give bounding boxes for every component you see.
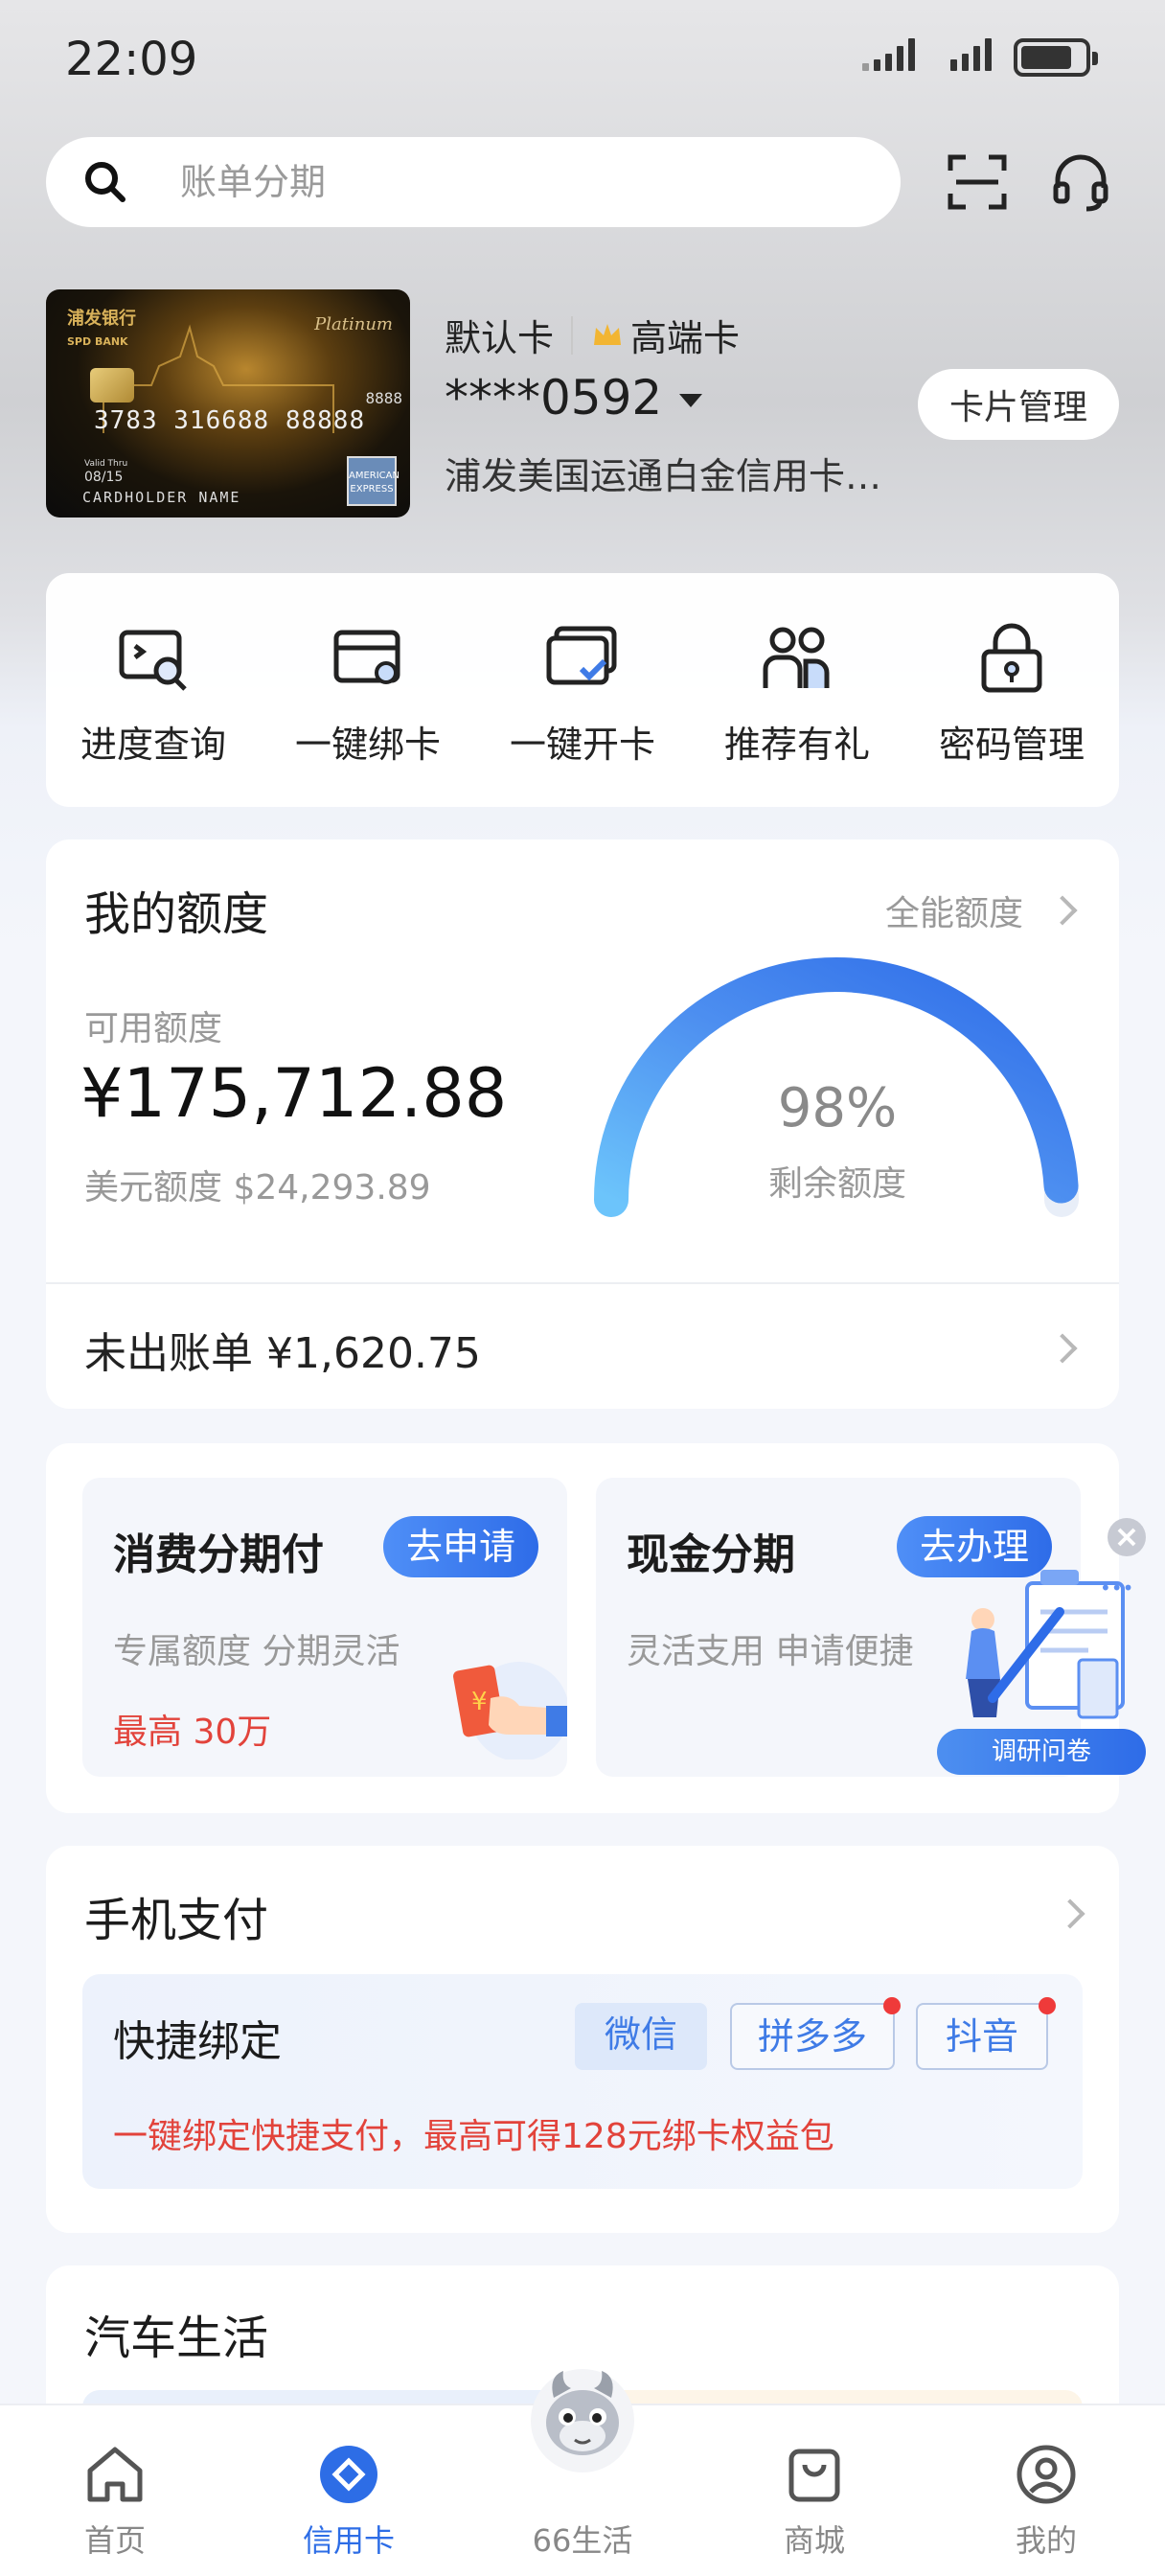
survey-label[interactable]: 调研问卷	[937, 1729, 1146, 1775]
card-number-art: 3783 316688 88888	[94, 406, 366, 435]
notification-dot	[1039, 1997, 1056, 2014]
notification-dot	[883, 1997, 901, 2014]
headset-icon[interactable]	[1046, 148, 1115, 217]
signal-icon-2	[950, 38, 992, 71]
search-input[interactable]	[180, 161, 755, 203]
tab-mall[interactable]: 商城	[747, 2440, 881, 2561]
card-holder: CARDHOLDER NAME	[82, 489, 241, 506]
quick-action-progress[interactable]: 进度查询	[57, 619, 249, 768]
credit-title: 我的额度	[84, 887, 269, 941]
amex-logo: AMERICAN EXPRESS	[347, 456, 400, 506]
card-bank-name: 浦发银行 SPD BANK	[67, 309, 136, 348]
red-envelope-hand-icon: ¥	[453, 1662, 567, 1760]
chevron-right-icon[interactable]	[1047, 1333, 1078, 1364]
premium-card-label: 高端卡	[630, 317, 741, 359]
card-number-selector[interactable]: ****0592	[445, 370, 703, 426]
svg-text:•••: •••	[1100, 1576, 1133, 1599]
installment-max: 最高 30万	[113, 1713, 272, 1752]
quick-bind-box: 快捷绑定 微信 拼多多 抖音 一键绑定快捷支付，最高可得128元绑卡权益包	[82, 1974, 1083, 2189]
dropdown-caret-icon	[679, 394, 703, 407]
card-expiry: Valid Thru 08/15	[84, 459, 128, 485]
remaining-label: 剩余额度	[767, 1164, 906, 1204]
card-name: 浦发美国运通白金信用卡…	[445, 455, 882, 497]
tag-douyin[interactable]: 抖音	[916, 2003, 1048, 2070]
referral-icon	[763, 627, 830, 688]
search-icon	[85, 162, 126, 202]
credit-card-tab-icon	[320, 2446, 377, 2503]
activate-card-icon	[546, 626, 617, 685]
tag-wechat[interactable]: 微信	[575, 2003, 707, 2070]
card-labels: 默认卡 高端卡	[445, 309, 740, 361]
tab-credit-card[interactable]: 信用卡	[282, 2440, 416, 2561]
apply-button[interactable]: 去申请	[382, 1516, 538, 1577]
home-icon	[87, 2447, 143, 2502]
card-suffix-art: 8888	[365, 389, 402, 407]
credit-card-image[interactable]: 浦发银行 SPD BANK Platinum 8888 3783 316688 8…	[46, 289, 410, 518]
lock-icon	[981, 623, 1042, 693]
all-quota-link[interactable]: 全能额度	[885, 886, 1078, 935]
unbilled-amount[interactable]: 未出账单 ¥1,620.75	[84, 1319, 481, 1380]
tab-home[interactable]: 首页	[48, 2440, 182, 2561]
car-life-title: 汽车生活	[84, 2312, 269, 2365]
usd-limit: 美元额度 $24,293.89	[84, 1168, 431, 1208]
quick-bind-promo[interactable]: 一键绑定快捷支付，最高可得128元绑卡权益包	[113, 2108, 834, 2158]
mobile-pay-title: 手机支付	[84, 1894, 269, 1947]
tab-mine[interactable]: 我的	[979, 2440, 1113, 2561]
signal-icon	[862, 38, 915, 71]
quick-action-password[interactable]: 密码管理	[916, 619, 1108, 768]
mobile-pay-panel: 手机支付 快捷绑定 微信 拼多多 抖音 一键绑定快捷支付，最高可得128元绑卡权…	[46, 1846, 1119, 2233]
quick-actions: 进度查询 一键绑卡 一键开卡 推荐有礼 密码管理	[46, 573, 1119, 807]
chevron-right-icon	[1047, 895, 1078, 926]
tag-pinduoduo[interactable]: 拼多多	[730, 2003, 895, 2070]
available-amount: ¥175,712.88	[80, 1054, 508, 1133]
crown-icon	[594, 323, 622, 345]
installment-title: 消费分期付	[113, 1530, 324, 1579]
scan-icon[interactable]	[943, 148, 1012, 217]
quick-action-bind-card[interactable]: 一键绑卡	[272, 619, 464, 768]
quick-action-activate-card[interactable]: 一键开卡	[487, 619, 678, 768]
credit-limit-panel: 我的额度 全能额度 可用额度 ¥175,712.88 美元额度 $24,293.…	[46, 840, 1119, 1409]
status-bar: 22:09	[0, 0, 1165, 115]
shopping-bag-icon	[788, 2449, 840, 2502]
installment-subtitle: 专属额度 分期灵活	[113, 1632, 400, 1671]
svg-text:¥: ¥	[471, 1688, 488, 1716]
card-manage-button[interactable]: 卡片管理	[918, 369, 1119, 440]
survey-float[interactable]: ••• 调研问卷	[935, 1516, 1165, 1779]
card-tier: Platinum	[314, 314, 393, 334]
quick-bind-title: 快捷绑定	[113, 2017, 282, 2066]
card-chip	[90, 368, 134, 402]
status-time: 22:09	[65, 33, 198, 86]
masked-card-number: ****0592	[445, 370, 663, 426]
installment-subtitle: 灵活支用 申请便捷	[627, 1632, 914, 1671]
progress-search-icon	[119, 630, 187, 691]
available-label: 可用额度	[84, 1009, 223, 1048]
consumer-installment-card[interactable]: 消费分期付 去申请 专属额度 分期灵活 最高 30万 ¥	[82, 1478, 567, 1777]
divider	[46, 1282, 1119, 1284]
dragon-mascot-icon[interactable]	[525, 2359, 640, 2474]
battery-icon	[1014, 38, 1098, 77]
bind-card-icon	[333, 630, 400, 684]
default-card-label: 默认卡	[445, 317, 555, 359]
quick-action-referral[interactable]: 推荐有礼	[701, 619, 893, 768]
installment-title: 现金分期	[627, 1530, 795, 1579]
profile-icon	[1017, 2445, 1076, 2504]
remaining-percent: 98%	[777, 1077, 898, 1139]
chevron-right-icon[interactable]	[1055, 1898, 1085, 1929]
search-bar[interactable]	[46, 137, 901, 227]
